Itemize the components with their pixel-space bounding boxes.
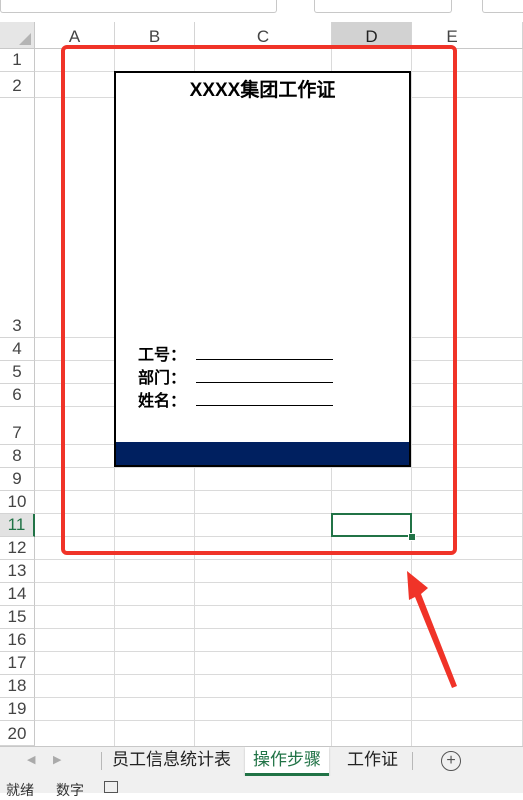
annotation-arrow-icon bbox=[407, 571, 457, 688]
status-numlock: 数字 bbox=[56, 782, 84, 798]
status-bar: 就绪 数字 bbox=[0, 776, 523, 798]
tab-separator bbox=[412, 752, 413, 770]
status-mode: 就绪 bbox=[6, 782, 34, 798]
sheet-tab-work-id[interactable]: 工作证 bbox=[339, 747, 406, 773]
scroll-right-icon[interactable]: ▶ bbox=[53, 753, 61, 766]
arrow-shape bbox=[407, 571, 457, 688]
sheet-tab-bar: ◀ ▶ 员工信息统计表 操作步骤 工作证 + bbox=[0, 746, 523, 776]
macro-record-icon[interactable] bbox=[104, 781, 118, 793]
sheet-tab-employee-stats[interactable]: 员工信息统计表 bbox=[104, 747, 239, 773]
tab-separator bbox=[101, 752, 102, 770]
plus-circle-icon[interactable]: + bbox=[441, 751, 461, 771]
scroll-left-icon[interactable]: ◀ bbox=[27, 753, 35, 766]
sheet-tab-steps[interactable]: 操作步骤 bbox=[245, 747, 329, 776]
